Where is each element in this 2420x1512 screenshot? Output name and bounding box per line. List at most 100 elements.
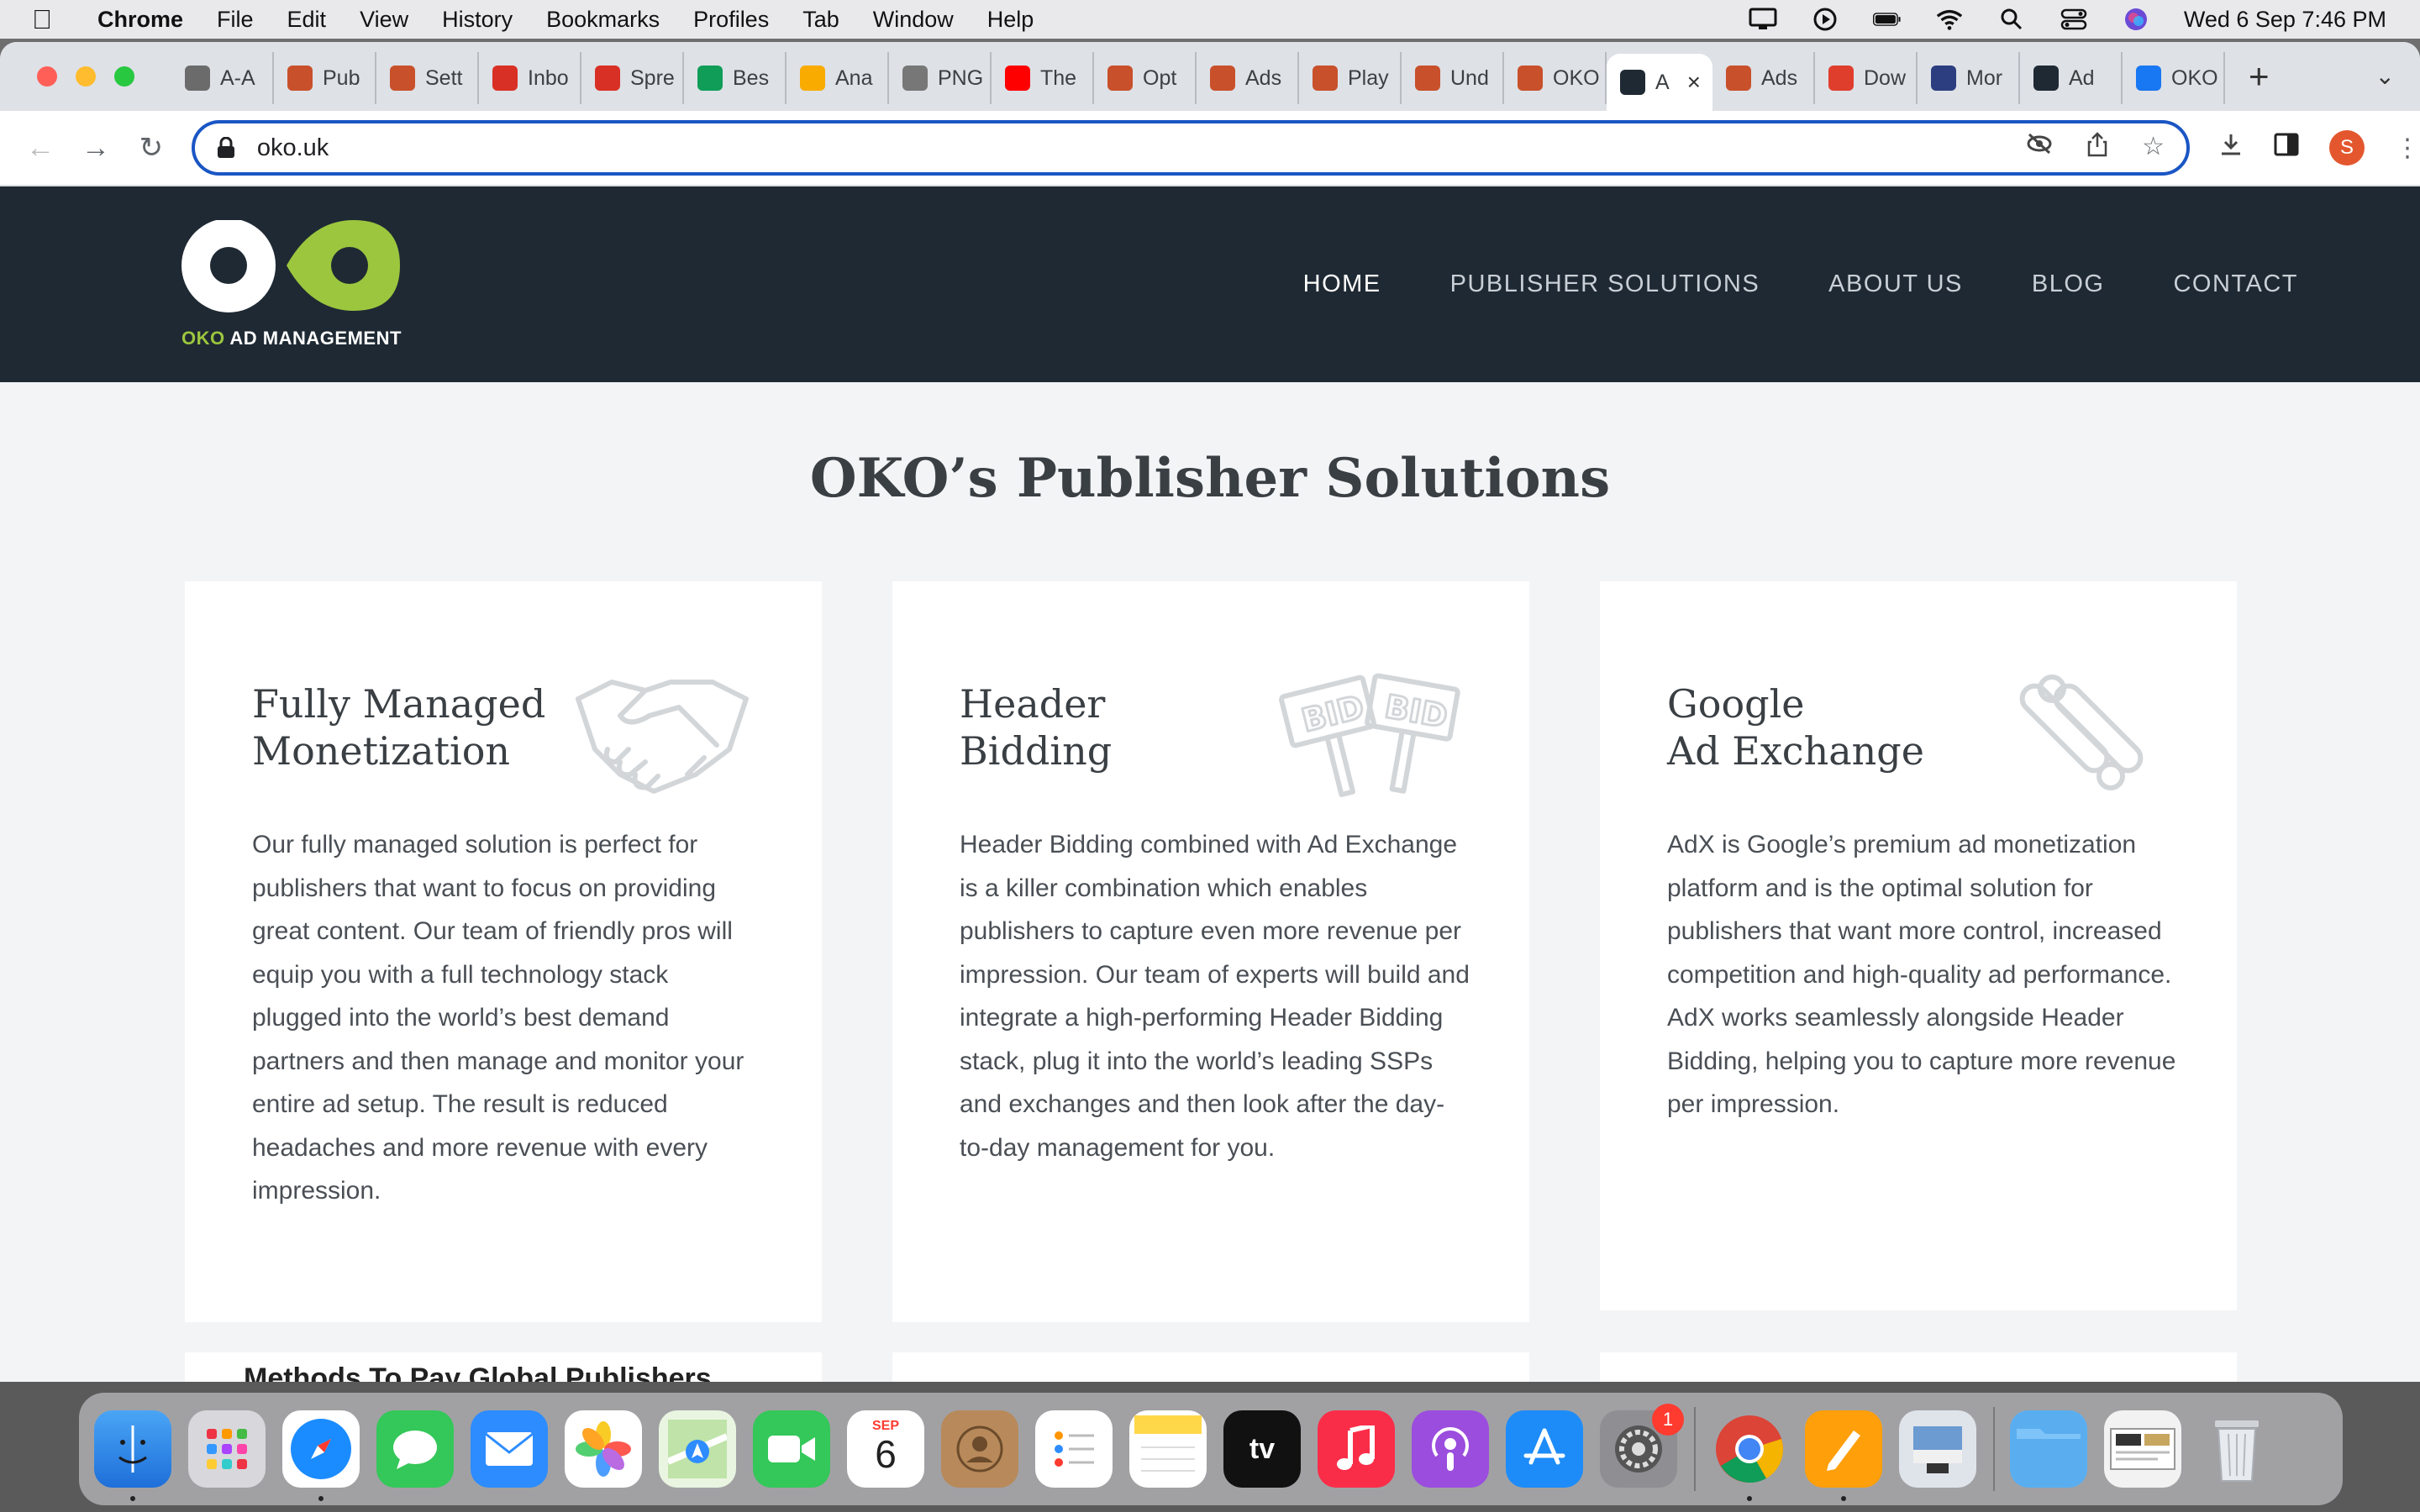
tab[interactable]: Play bbox=[1299, 52, 1402, 104]
kebab-menu-icon[interactable]: ⋮ bbox=[2395, 134, 2420, 163]
flag-icon bbox=[1415, 66, 1440, 91]
menu-view[interactable]: View bbox=[360, 7, 408, 33]
logo-wordmark[interactable]: OKO AD MANAGEMENT bbox=[182, 328, 402, 349]
tab[interactable]: OKO bbox=[2123, 52, 2225, 104]
tab[interactable]: Pub bbox=[274, 52, 376, 104]
menu-file[interactable]: File bbox=[217, 7, 254, 33]
zoom-window-button[interactable] bbox=[114, 66, 134, 87]
nav-blog[interactable]: BLOG bbox=[2032, 270, 2105, 298]
chrome-icon[interactable] bbox=[1711, 1410, 1788, 1501]
bookmark-star-icon[interactable]: ☆ bbox=[2142, 132, 2165, 164]
nav-contact[interactable]: CONTACT bbox=[2173, 270, 2298, 298]
new-tab-plus-icon[interactable]: + bbox=[2249, 56, 2270, 97]
section-title: OKO’s Publisher Solutions bbox=[809, 447, 1611, 510]
apple-tv-icon[interactable]: tv bbox=[1223, 1410, 1301, 1488]
close-window-button[interactable] bbox=[37, 66, 57, 87]
menubar-clock[interactable]: Wed 6 Sep 7:46 PM bbox=[2184, 7, 2386, 33]
tab[interactable]: Spre bbox=[581, 52, 684, 104]
tab[interactable]: Ad bbox=[2020, 52, 2123, 104]
address-bar-url[interactable]: oko.uk bbox=[257, 134, 329, 162]
wifi-icon[interactable] bbox=[1935, 8, 1964, 31]
openai-icon bbox=[185, 66, 210, 91]
tab[interactable]: OKO bbox=[1504, 52, 1607, 104]
lock-icon[interactable] bbox=[217, 136, 235, 159]
share-icon[interactable] bbox=[2086, 132, 2108, 164]
finder-icon[interactable] bbox=[94, 1410, 171, 1501]
back-arrow-icon[interactable]: ← bbox=[25, 132, 55, 165]
tab-label: Spre bbox=[630, 66, 675, 90]
pages-icon[interactable] bbox=[1805, 1410, 1882, 1501]
launchpad-icon[interactable] bbox=[188, 1410, 266, 1488]
tab[interactable]: Opt bbox=[1094, 52, 1197, 104]
running-indicator bbox=[1841, 1496, 1846, 1501]
play-circle-icon[interactable] bbox=[1811, 8, 1839, 31]
facetime-icon[interactable] bbox=[753, 1410, 830, 1488]
contacts-icon[interactable] bbox=[941, 1410, 1018, 1488]
control-center-icon[interactable] bbox=[2060, 8, 2088, 31]
menu-bookmarks[interactable]: Bookmarks bbox=[546, 7, 660, 33]
dock-separator bbox=[1993, 1407, 1995, 1491]
screen-mirroring-icon[interactable] bbox=[1749, 8, 1777, 31]
reload-icon[interactable]: ↻ bbox=[136, 131, 166, 165]
calendar-icon[interactable]: SEP 6 bbox=[847, 1410, 924, 1488]
tab[interactable]: Ads bbox=[1712, 52, 1815, 104]
tab-search-chevron-icon[interactable]: ⌄ bbox=[2375, 62, 2395, 90]
profile-avatar[interactable]: S bbox=[2328, 130, 2365, 165]
battery-icon[interactable] bbox=[1872, 8, 1902, 31]
tab[interactable]: Sett bbox=[376, 52, 479, 104]
tab[interactable]: Und bbox=[1402, 52, 1504, 104]
nav-publisher-solutions[interactable]: PUBLISHER SOLUTIONS bbox=[1450, 270, 1760, 298]
tab[interactable]: PNG bbox=[889, 52, 992, 104]
card-title-line1: Header bbox=[960, 681, 1106, 727]
running-indicator bbox=[318, 1496, 324, 1501]
apple-menu-icon[interactable]:  bbox=[32, 4, 72, 35]
menu-history[interactable]: History bbox=[442, 7, 513, 33]
safari-icon[interactable] bbox=[282, 1410, 360, 1501]
menu-edit[interactable]: Edit bbox=[287, 7, 327, 33]
preview-icon[interactable] bbox=[1899, 1410, 1976, 1488]
next-article-title[interactable]: Methods To Pay Global Publishers bbox=[244, 1362, 712, 1382]
tab[interactable]: Ads bbox=[1197, 52, 1299, 104]
notes-icon[interactable] bbox=[1129, 1410, 1207, 1488]
menu-app-name[interactable]: Chrome bbox=[97, 7, 183, 33]
nav-about-us[interactable]: ABOUT US bbox=[1828, 270, 1963, 298]
menu-tab[interactable]: Tab bbox=[802, 7, 839, 33]
reminders-icon[interactable] bbox=[1035, 1410, 1113, 1488]
tab[interactable]: Inbo bbox=[479, 52, 581, 104]
siri-icon[interactable] bbox=[2122, 8, 2150, 31]
tab-label: Play bbox=[1348, 66, 1389, 90]
menu-profiles[interactable]: Profiles bbox=[693, 7, 769, 33]
system-settings-icon[interactable]: 1 bbox=[1600, 1404, 1684, 1488]
forward-arrow-icon[interactable]: → bbox=[81, 132, 111, 165]
nav-home[interactable]: HOME bbox=[1303, 270, 1381, 298]
trash-icon[interactable] bbox=[2198, 1410, 2275, 1488]
tab[interactable]: A-A bbox=[171, 52, 274, 104]
download-icon[interactable] bbox=[2218, 132, 2244, 164]
card-title-line1: Google bbox=[1667, 681, 1805, 727]
tab[interactable]: Mor bbox=[1918, 52, 2020, 104]
spotlight-search-icon[interactable] bbox=[1997, 8, 2026, 31]
minimize-window-button[interactable] bbox=[76, 66, 96, 87]
downloads-stack-icon[interactable] bbox=[2104, 1410, 2181, 1488]
eye-slash-icon[interactable] bbox=[2026, 132, 2053, 164]
side-panel-icon[interactable] bbox=[2274, 133, 2299, 163]
tab[interactable]: The bbox=[992, 52, 1094, 104]
music-icon[interactable] bbox=[1318, 1410, 1395, 1488]
menu-window[interactable]: Window bbox=[873, 7, 954, 33]
folder-icon[interactable] bbox=[2010, 1410, 2087, 1488]
next-card-peek bbox=[1600, 1352, 2237, 1382]
address-bar[interactable]: oko.uk ☆ bbox=[191, 120, 2190, 176]
app-store-icon[interactable] bbox=[1506, 1410, 1583, 1488]
menu-help[interactable]: Help bbox=[987, 7, 1034, 33]
messages-icon[interactable] bbox=[376, 1410, 454, 1488]
close-tab-icon[interactable]: × bbox=[1687, 69, 1701, 96]
tab[interactable]: Ana bbox=[786, 52, 889, 104]
tab[interactable]: Bes bbox=[684, 52, 786, 104]
card-google-ad-exchange: Google Ad Exchange AdX is Google’s premi… bbox=[1600, 581, 2237, 1310]
tab[interactable]: Dow bbox=[1815, 52, 1918, 104]
mail-icon[interactable] bbox=[471, 1410, 548, 1488]
photos-icon[interactable] bbox=[565, 1410, 642, 1488]
podcasts-icon[interactable] bbox=[1412, 1410, 1489, 1488]
maps-icon[interactable] bbox=[659, 1410, 736, 1488]
tab-active[interactable]: A × bbox=[1607, 54, 1712, 111]
